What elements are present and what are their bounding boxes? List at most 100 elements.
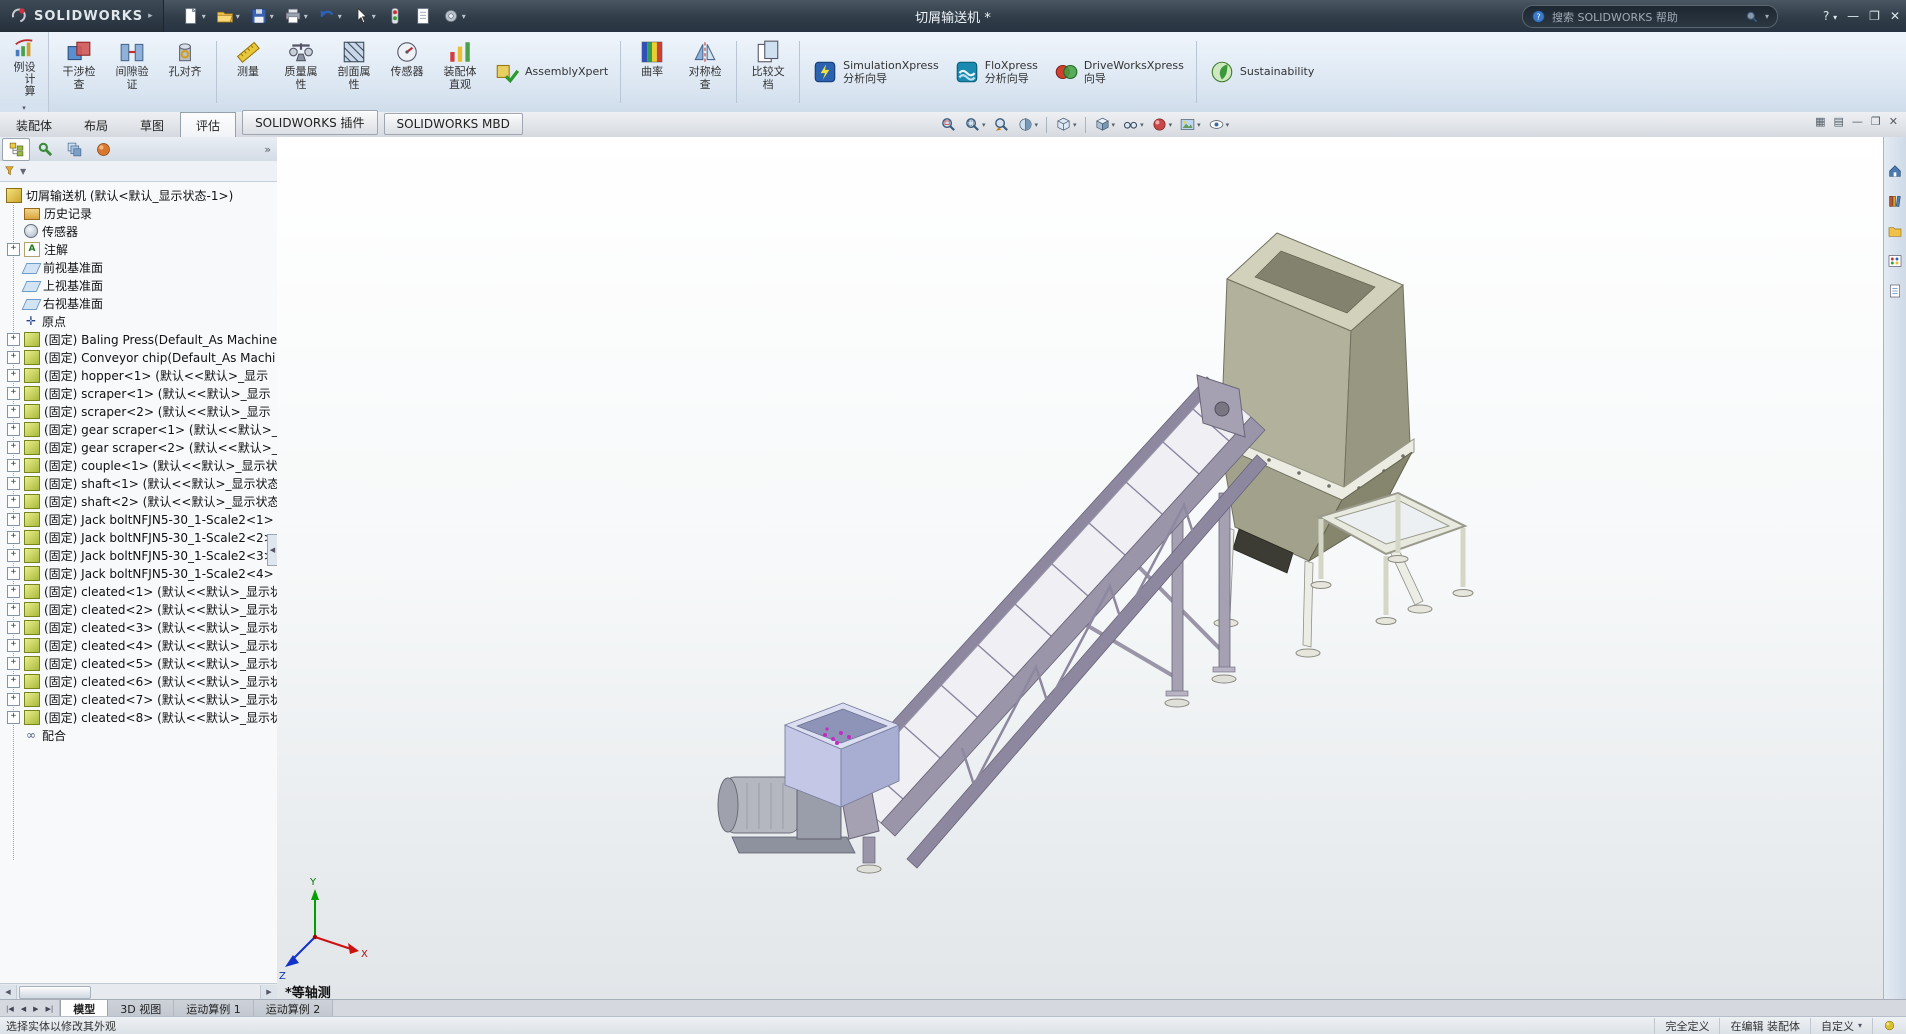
close-button[interactable]: ✕	[1890, 9, 1900, 23]
hole-alignment-button[interactable]: 孔对齐	[159, 35, 211, 109]
scroll-left-icon[interactable]: ◀	[0, 985, 17, 1000]
print-button[interactable]: ▾	[280, 5, 312, 27]
file-explorer-icon[interactable]	[1887, 223, 1903, 239]
tree-item-cleated-6[interactable]: +(固定) cleated<6> (默认<<默认>_显示状	[0, 672, 277, 690]
tree-item-cleated-1[interactable]: +(固定) cleated<1> (默认<<默认>_显示状	[0, 582, 277, 600]
tree-item-cleated-8[interactable]: +(固定) cleated<8> (默认<<默认>_显示状	[0, 708, 277, 726]
motion-study-1-tab[interactable]: 运动算例 1	[174, 1000, 254, 1017]
restore-button[interactable]: ❐	[1869, 9, 1880, 23]
expand-toggle[interactable]: +	[7, 387, 20, 400]
tree-filter-row[interactable]: ▼	[0, 161, 277, 182]
tree-item-couple-1[interactable]: +(固定) couple<1> (默认<<默认>_显示状	[0, 456, 277, 474]
doc-restore-button[interactable]: ❐	[1871, 115, 1881, 128]
app-menu[interactable]: SOLIDWORKS ▸	[0, 0, 164, 32]
tab-solidworks-mbd[interactable]: SOLIDWORKS MBD	[384, 113, 523, 135]
status-ball[interactable]	[1872, 1018, 1906, 1034]
tree-item-jack-bolt-2[interactable]: +(固定) Jack boltNFJN5-30_1-Scale2<2>	[0, 528, 277, 546]
expand-toggle[interactable]: +	[7, 675, 20, 688]
assemblyxpert-button[interactable]: AssemblyXpert	[487, 35, 615, 109]
undo-button[interactable]: ▾	[314, 5, 346, 27]
last-tab-icon[interactable]: ▶|	[43, 1005, 57, 1013]
conveyor-model[interactable]	[833, 375, 1267, 868]
expand-toggle[interactable]: +	[7, 513, 20, 526]
display-manager-tab[interactable]	[89, 138, 117, 161]
tree-item-scraper-1[interactable]: +(固定) scraper<1> (默认<<默认>_显示	[0, 384, 277, 402]
first-tab-icon[interactable]: |◀	[3, 1005, 17, 1013]
edit-appearance-button[interactable]: ▾	[1149, 115, 1175, 134]
search-scope-caret-icon[interactable]: ▾	[1765, 12, 1769, 21]
tree-item-front-plane[interactable]: 前视基准面	[0, 258, 277, 276]
menu-expand-icon[interactable]: ▸	[148, 11, 153, 21]
feature-tree-tab[interactable]	[2, 138, 30, 161]
display-style-button[interactable]: ▾	[1092, 115, 1118, 134]
expand-toggle[interactable]: +	[7, 549, 20, 562]
expand-toggle[interactable]: +	[7, 621, 20, 634]
tree-item-shaft-2[interactable]: +(固定) shaft<2> (默认<<默认>_显示状态	[0, 492, 277, 510]
expand-toggle[interactable]: +	[7, 423, 20, 436]
tree-root-assembly[interactable]: 切屑输送机 (默认<默认_显示状态-1>)	[0, 186, 277, 204]
expand-toggle[interactable]: +	[7, 711, 20, 724]
symmetry-check-button[interactable]: 对称检查	[679, 35, 731, 109]
tree-item-jack-bolt-1[interactable]: +(固定) Jack boltNFJN5-30_1-Scale2<1>	[0, 510, 277, 528]
configuration-manager-tab[interactable]	[60, 138, 88, 161]
select-button[interactable]: ▾	[348, 5, 380, 27]
expand-toggle[interactable]: +	[7, 585, 20, 598]
tree-item-annotations[interactable]: +A注解	[0, 240, 277, 258]
mass-properties-button[interactable]: 质量属性	[275, 35, 327, 109]
expand-toggle[interactable]: +	[7, 657, 20, 670]
panel-horizontal-scrollbar[interactable]: ◀ ▶	[0, 983, 277, 1000]
motion-study-2-tab[interactable]: 运动算例 2	[254, 1000, 334, 1017]
design-study-button[interactable]: 设计算例 ▾	[0, 32, 49, 112]
stand-frame-model[interactable]	[1311, 493, 1473, 625]
3d-views-tab[interactable]: 3D 视图	[108, 1000, 174, 1017]
tree-item-shaft-1[interactable]: +(固定) shaft<1> (默认<<默认>_显示状态	[0, 474, 277, 492]
tree-item-mates[interactable]: ∞配合	[0, 726, 277, 744]
more-tabs-icon[interactable]: »	[264, 143, 277, 156]
apply-scene-button[interactable]: ▾	[1177, 115, 1203, 134]
tree-item-gear-scraper-2[interactable]: +(固定) gear scraper<2> (默认<<默认>_	[0, 438, 277, 456]
file-properties-button[interactable]	[410, 5, 436, 27]
expand-toggle[interactable]: +	[7, 369, 20, 382]
window-layout-icon[interactable]: ▦	[1815, 115, 1825, 128]
tree-item-cleated-4[interactable]: +(固定) cleated<4> (默认<<默认>_显示状	[0, 636, 277, 654]
property-manager-tab[interactable]	[31, 138, 59, 161]
3d-model-chip-conveyor[interactable]: Y X Z *等轴测	[277, 137, 1884, 1000]
view-settings-button[interactable]: ▾	[1206, 115, 1232, 134]
interference-check-button[interactable]: 干涉检查	[53, 35, 105, 109]
tree-item-right-plane[interactable]: 右视基准面	[0, 294, 277, 312]
tab-evaluate[interactable]: 评估	[180, 112, 236, 138]
expand-toggle[interactable]: +	[7, 531, 20, 544]
sustainability-button[interactable]: Sustainability	[1202, 35, 1321, 109]
expand-toggle[interactable]: +	[7, 567, 20, 580]
rebuild-button[interactable]	[382, 5, 408, 27]
custom-properties-icon[interactable]	[1887, 283, 1903, 299]
doc-minimize-button[interactable]: —	[1852, 115, 1863, 128]
curvature-button[interactable]: 曲率	[626, 35, 678, 109]
tree-item-cleated-2[interactable]: +(固定) cleated<2> (默认<<默认>_显示状	[0, 600, 277, 618]
measure-button[interactable]: 测量	[222, 35, 274, 109]
view-orientation-button[interactable]: ▾	[1053, 115, 1079, 134]
prev-tab-icon[interactable]: ◀	[18, 1005, 29, 1013]
options-button[interactable]: ▾	[438, 5, 470, 27]
tree-item-jack-bolt-3[interactable]: +(固定) Jack boltNFJN5-30_1-Scale2<3>	[0, 546, 277, 564]
tree-item-history[interactable]: 历史记录	[0, 204, 277, 222]
help-button[interactable]: ? ▾	[1823, 9, 1837, 23]
assembly-visualization-button[interactable]: 装配体直观	[434, 35, 486, 109]
window-tile-icon[interactable]: ▤	[1834, 115, 1844, 128]
resources-home-icon[interactable]	[1887, 163, 1903, 179]
expand-toggle[interactable]: +	[7, 333, 20, 346]
scrollbar-thumb[interactable]	[19, 986, 91, 999]
tab-layout[interactable]: 布局	[68, 112, 124, 137]
filter-caret-icon[interactable]: ▼	[20, 167, 26, 176]
appearances-icon[interactable]	[1887, 253, 1903, 269]
tree-item-cleated-7[interactable]: +(固定) cleated<7> (默认<<默认>_显示状	[0, 690, 277, 708]
floxpress-button[interactable]: FloXpress分析向导	[947, 35, 1045, 109]
design-library-icon[interactable]	[1887, 193, 1903, 209]
new-document-button[interactable]: ▾	[178, 5, 210, 27]
tree-item-cleated-5[interactable]: +(固定) cleated<5> (默认<<默认>_显示状	[0, 654, 277, 672]
expand-toggle[interactable]: +	[7, 477, 20, 490]
tree-item-jack-bolt-4[interactable]: +(固定) Jack boltNFJN5-30_1-Scale2<4>	[0, 564, 277, 582]
expand-toggle[interactable]: +	[7, 243, 20, 256]
scroll-right-icon[interactable]: ▶	[260, 985, 277, 1000]
tree-item-top-plane[interactable]: 上视基准面	[0, 276, 277, 294]
